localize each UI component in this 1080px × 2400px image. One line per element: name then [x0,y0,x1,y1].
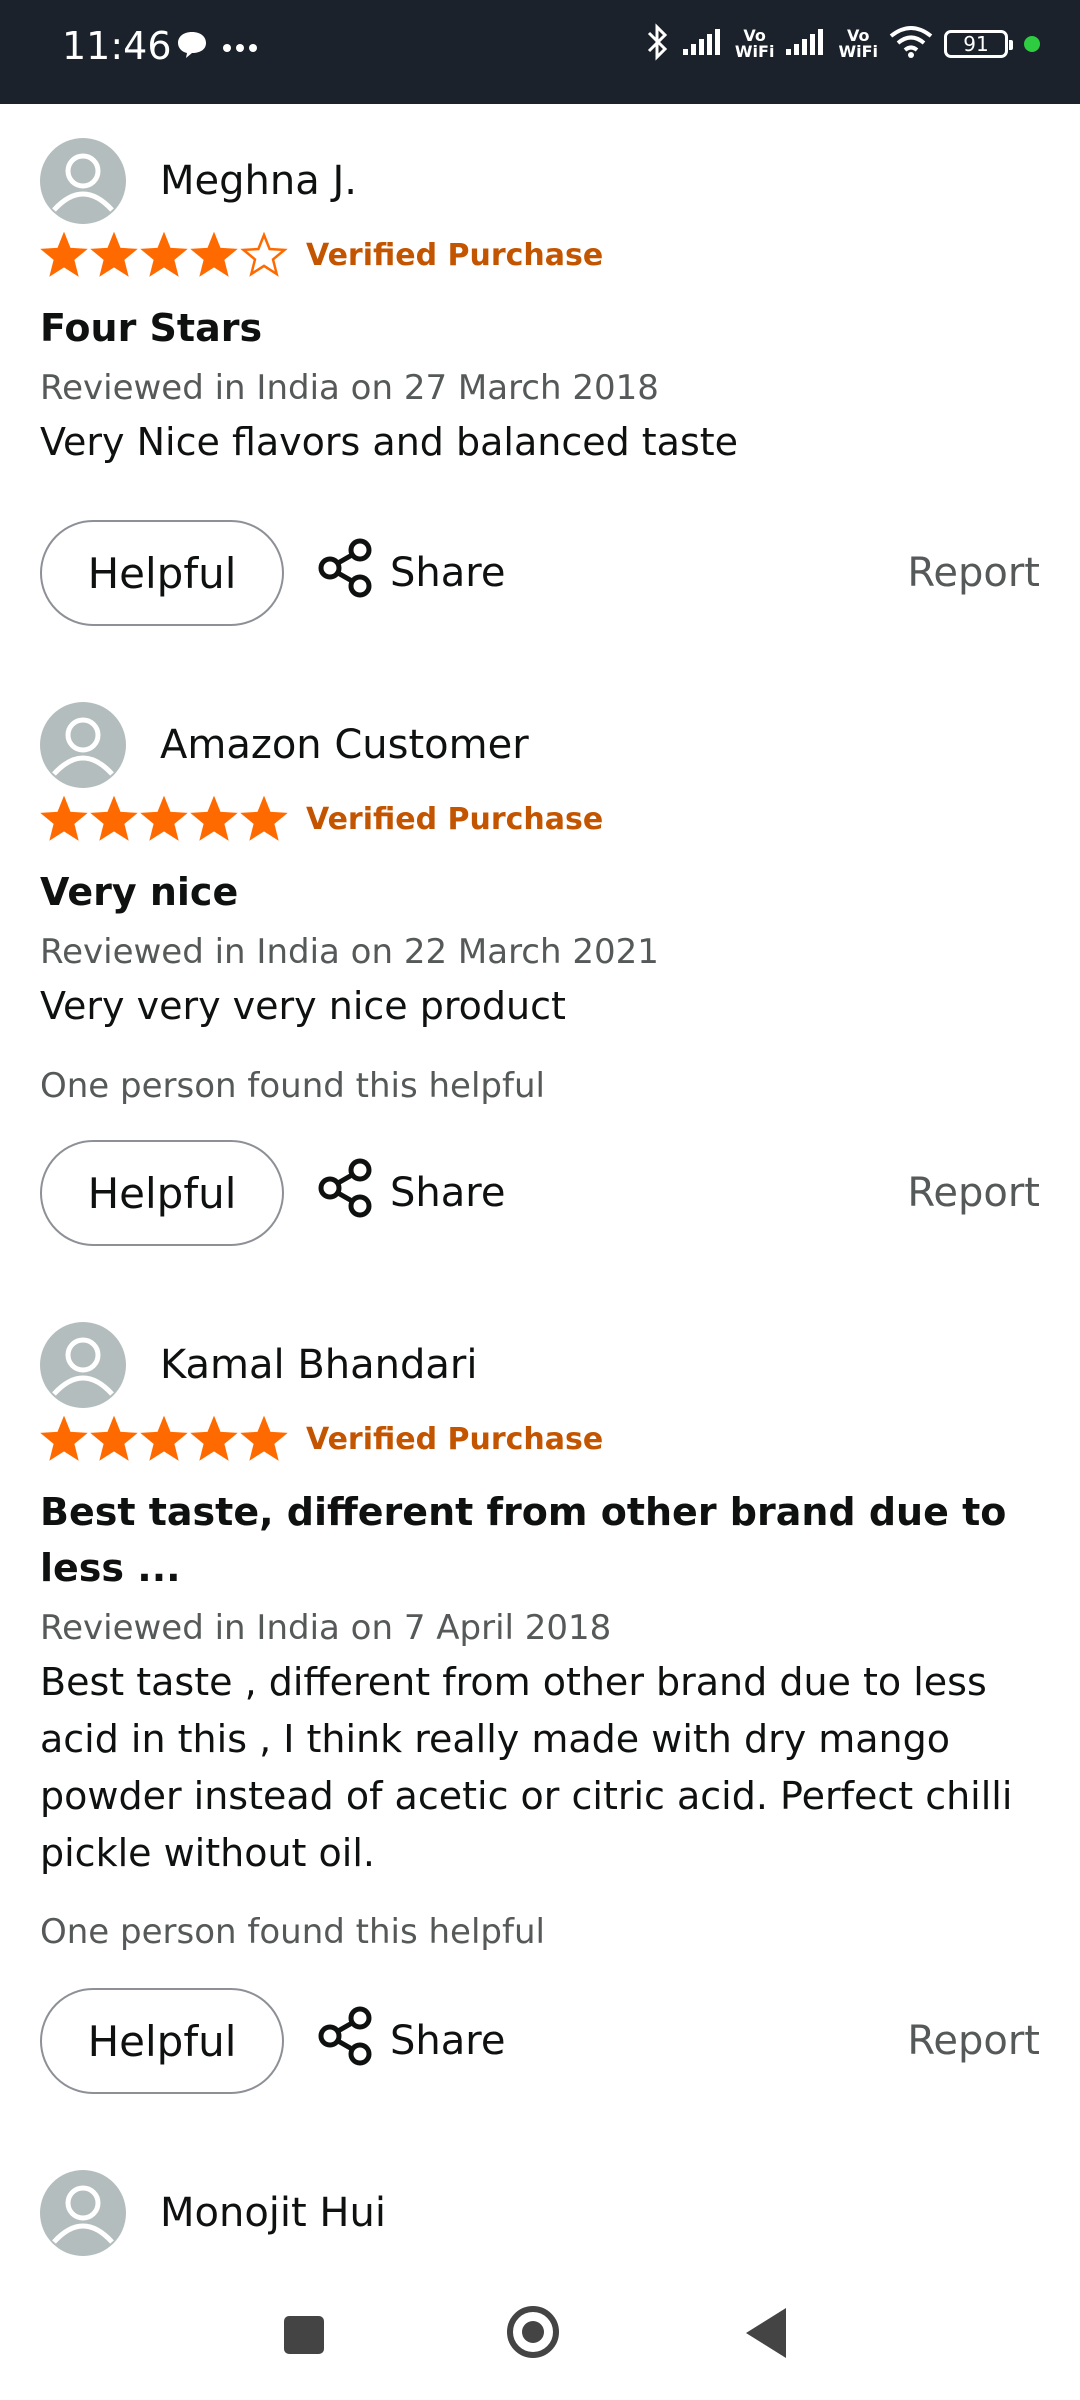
star-filled-icon [240,1416,288,1461]
review-title: Four Stars [40,306,263,350]
star-filled-icon [40,232,88,277]
avatar [40,702,126,788]
back-button[interactable] [746,2308,786,2358]
review-actions: Helpful Share Report [40,1140,1040,1248]
share-button[interactable]: Share [316,1988,505,2094]
star-rating [40,232,288,278]
star-rating [40,796,288,842]
reviewer-row: Monojit Hui [40,2168,386,2258]
reviewer-row: Amazon Customer [40,700,529,790]
star-filled-icon [240,796,288,841]
home-button[interactable] [507,2306,559,2358]
review-date: Reviewed in India on 22 March 2021 [40,932,659,972]
chat-bubble-icon [176,30,208,64]
review-body: Very very very nice product [40,984,566,1028]
review-date: Reviewed in India on 27 March 2018 [40,368,659,408]
recent-apps-button[interactable] [284,2316,324,2354]
star-filled-icon [90,1416,138,1461]
reviewer-name: Monojit Hui [160,2190,386,2236]
star-filled-icon [140,796,188,841]
avatar [40,2170,126,2256]
review-actions: Helpful Share Report [40,1988,1040,2096]
status-bar: 11:46 Vo WiFi Vo WiFi 91 [0,0,1080,104]
privacy-indicator-dot [1024,36,1040,52]
share-button[interactable]: Share [316,1140,505,1246]
reviewer-name: Amazon Customer [160,722,529,768]
star-filled-icon [190,232,238,277]
share-label: Share [390,550,506,596]
star-empty-icon [240,232,288,277]
helpful-button[interactable]: Helpful [40,1988,284,2094]
reviewer-name: Kamal Bhandari [160,1342,478,1388]
reviewer-row: Kamal Bhandari [40,1320,477,1410]
user-silhouette-icon [52,153,114,212]
star-filled-icon [90,232,138,277]
user-silhouette-icon [52,1337,114,1396]
review-title: Very nice [40,870,239,914]
review-body: Very Nice flavors and balanced taste [40,420,739,464]
star-rating [40,1416,288,1462]
report-link[interactable]: Report [907,1140,1040,1246]
share-label: Share [390,1170,506,1216]
vowifi-1-icon: Vo WiFi [734,26,775,61]
share-button[interactable]: Share [316,520,505,626]
bluetooth-icon [645,22,671,66]
user-silhouette-icon [52,717,114,776]
review-title: Best taste, different from other brand d… [40,1490,1007,1590]
report-link[interactable]: Report [907,520,1040,626]
status-time: 11:46 [62,24,172,68]
wifi-icon [888,24,934,64]
battery-icon: 91 [944,30,1013,58]
star-filled-icon [140,1416,188,1461]
star-filled-icon [40,796,88,841]
review-body: Best taste , different from other brand … [40,1660,1013,1875]
review-actions: Helpful Share Report [40,520,1040,628]
avatar [40,138,126,224]
helpful-count-text: One person found this helpful [40,1912,545,1952]
avatar [40,1322,126,1408]
user-silhouette-icon [52,2185,114,2244]
helpful-count-text: One person found this helpful [40,1066,545,1106]
star-filled-icon [140,232,188,277]
signal-2-icon [784,27,828,61]
star-filled-icon [190,796,238,841]
share-icon [316,1156,376,1230]
verified-purchase-badge: Verified Purchase [306,237,604,273]
verified-purchase-badge: Verified Purchase [306,801,604,837]
share-label: Share [390,2018,506,2064]
star-filled-icon [190,1416,238,1461]
review-date: Reviewed in India on 7 April 2018 [40,1608,612,1648]
reviewer-row: Meghna J. [40,136,357,226]
vowifi-2-icon: Vo WiFi [838,26,878,61]
share-icon [316,536,376,610]
share-icon [316,2004,376,2078]
system-nav-bar [0,2270,1080,2400]
report-link[interactable]: Report [907,1988,1040,2094]
verified-purchase-badge: Verified Purchase [306,1421,604,1457]
helpful-button[interactable]: Helpful [40,520,284,626]
more-notifications-icon [222,38,258,57]
battery-level: 91 [963,32,989,56]
star-filled-icon [90,796,138,841]
helpful-button[interactable]: Helpful [40,1140,284,1246]
signal-1-icon [681,27,725,61]
star-filled-icon [40,1416,88,1461]
reviewer-name: Meghna J. [160,158,357,204]
